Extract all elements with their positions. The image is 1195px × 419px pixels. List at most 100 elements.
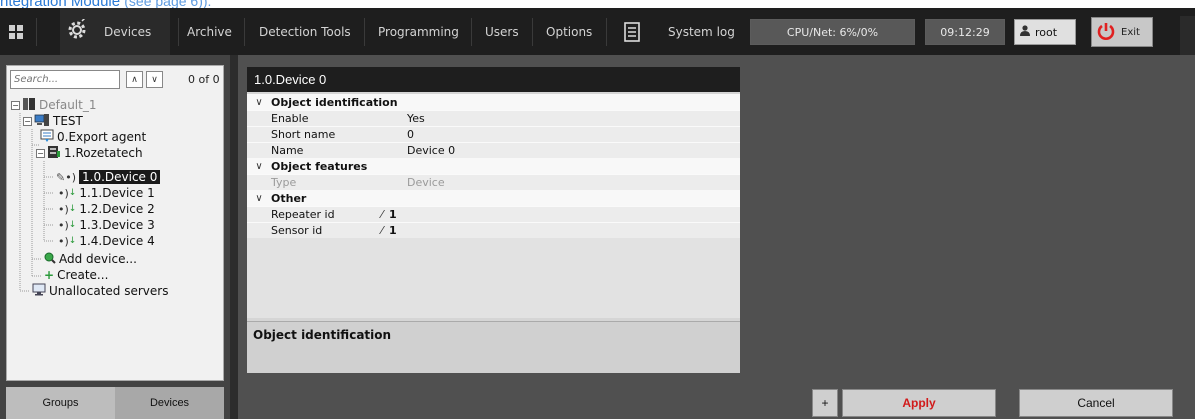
tree-item-label: TEST xyxy=(53,114,83,128)
tree-item-label: 0.Export agent xyxy=(57,130,147,144)
category-label: Object features xyxy=(271,159,368,173)
panel-title: 1.0.Device 0 xyxy=(247,67,740,92)
apply-button[interactable]: Apply xyxy=(842,389,996,417)
tree-item-device1[interactable]: •) ↓ 1.1.Device 1 xyxy=(58,185,155,201)
pencil-icon: ⁄ xyxy=(381,224,383,237)
module-icon xyxy=(47,145,61,162)
tree-item-device4[interactable]: •) ↓ 1.4.Device 4 xyxy=(58,233,155,249)
chevron-down-icon[interactable]: ∨ xyxy=(247,97,271,108)
collapse-toggle[interactable]: − xyxy=(36,148,45,158)
property-description: Object identification xyxy=(247,321,740,373)
tab-options[interactable]: Options xyxy=(546,8,592,55)
device-signal-icon: •) xyxy=(58,186,69,200)
property-value[interactable]: 0 xyxy=(383,128,414,141)
property-value: Device xyxy=(407,176,445,189)
device-signal-icon: •) xyxy=(65,170,76,184)
property-value[interactable]: 1 xyxy=(383,224,397,237)
property-type: Type Device xyxy=(247,174,740,190)
property-value[interactable]: Device 0 xyxy=(383,144,455,157)
tab-detection-tools[interactable]: Detection Tools xyxy=(259,8,351,55)
exit-button[interactable]: Exit xyxy=(1091,17,1153,47)
pencil-icon: ⁄ xyxy=(381,208,383,221)
tab-archive[interactable]: Archive xyxy=(187,8,232,55)
tab-detection-tools-label: Detection Tools xyxy=(259,24,351,39)
category-label: Object identification xyxy=(271,95,398,109)
property-value[interactable]: 1 xyxy=(383,208,397,221)
add-button[interactable]: + xyxy=(812,389,838,417)
tree-item-label: 1.Rozetatech xyxy=(64,146,143,160)
grid-menu-icon[interactable] xyxy=(9,8,23,55)
tab-users[interactable]: Users xyxy=(485,8,519,55)
collapse-toggle[interactable]: − xyxy=(23,116,32,126)
tree-item-label: 1.2.Device 2 xyxy=(79,202,155,216)
computer-icon xyxy=(34,113,50,130)
tab-devices[interactable]: Devices xyxy=(60,8,170,55)
chevron-down-icon[interactable]: ∨ xyxy=(247,193,271,204)
tab-archive-label: Archive xyxy=(187,24,232,39)
property-name: Enable xyxy=(271,112,309,125)
tree-item-rozetatech[interactable]: − 1.Rozetatech xyxy=(36,145,143,161)
property-grid: ∨ Object identification Enable Yes Short… xyxy=(247,94,740,318)
tree-item-device2[interactable]: •) ↓ 1.2.Device 2 xyxy=(58,201,155,217)
tab-programming-label: Programming xyxy=(378,24,459,39)
chevron-down-icon[interactable]: ∨ xyxy=(247,161,271,172)
property-name: Type xyxy=(271,176,297,189)
cpu-net-status: CPU/Net: 6%/0% xyxy=(750,19,915,45)
page-caption: ntegration Module (see page 6)). xyxy=(0,0,211,10)
tree-item-create[interactable]: + Create... xyxy=(44,267,108,283)
tree-item-device3[interactable]: •) ↓ 1.3.Device 3 xyxy=(58,217,155,233)
tab-devices-list[interactable]: Devices xyxy=(115,387,224,419)
tree-item-label: Default_1 xyxy=(39,98,97,112)
user-icon xyxy=(1020,25,1030,39)
tab-groups[interactable]: Groups xyxy=(6,387,115,419)
tree-item-export-agent[interactable]: 0.Export agent xyxy=(40,129,146,145)
category-other[interactable]: ∨ Other xyxy=(247,190,740,206)
category-object-features[interactable]: ∨ Object features xyxy=(247,158,740,174)
user-name: root xyxy=(1035,25,1058,39)
tree-item-test[interactable]: − TEST xyxy=(23,113,83,129)
user-box[interactable]: root xyxy=(1014,19,1076,45)
power-icon xyxy=(1096,21,1116,44)
tree-item-label: 1.1.Device 1 xyxy=(79,186,155,200)
cancel-button[interactable]: Cancel xyxy=(1019,389,1173,417)
tree-item-label: 1.0.Device 0 xyxy=(79,170,161,184)
left-tabs: Groups Devices xyxy=(6,387,224,419)
tree-item-add-device[interactable]: Add device... xyxy=(44,251,137,267)
property-name: Sensor id xyxy=(271,224,323,237)
property-name-row[interactable]: Name Device 0 xyxy=(247,142,740,158)
properties-panel: 1.0.Device 0 ∨ Object identification Ena… xyxy=(247,67,740,373)
export-agent-icon xyxy=(40,129,54,146)
device-signal-icon: •) xyxy=(58,234,69,248)
tree-item-device0[interactable]: ✎ •) 1.0.Device 0 xyxy=(56,169,161,185)
tree-item-label: Unallocated servers xyxy=(49,284,169,298)
tree-item-label: 1.4.Device 4 xyxy=(79,234,155,248)
tab-options-label: Options xyxy=(546,24,593,39)
tab-programming[interactable]: Programming xyxy=(378,8,459,55)
tree-item-label: Add device... xyxy=(59,252,137,266)
top-menu-bar: Devices Archive Detection Tools Programm… xyxy=(0,8,1195,63)
tab-system-log[interactable]: System log xyxy=(668,8,735,55)
system-log-icon[interactable] xyxy=(624,8,640,55)
property-repeater-id[interactable]: Repeater id ⁄ 1 xyxy=(247,206,740,222)
exit-label: Exit xyxy=(1121,26,1140,38)
property-enable[interactable]: Enable Yes xyxy=(247,110,740,126)
gear-icon xyxy=(66,16,88,44)
object-tree-panel: ∧ ∨ 0 of 0 − Default_1 xyxy=(6,65,224,381)
tree-item-label: 1.3.Device 3 xyxy=(79,218,155,232)
category-object-identification[interactable]: ∨ Object identification xyxy=(247,94,740,110)
clock: 09:12:29 xyxy=(925,19,1005,45)
tree-item-unallocated[interactable]: Unallocated servers xyxy=(32,283,168,299)
property-value[interactable]: Yes xyxy=(383,112,425,125)
monitor-icon xyxy=(32,283,46,299)
tree-item-default[interactable]: − Default_1 xyxy=(11,97,96,113)
tab-devices-label: Devices xyxy=(104,24,152,39)
collapse-toggle[interactable]: − xyxy=(11,100,20,110)
search-icon xyxy=(44,252,56,267)
property-name: Short name xyxy=(271,128,336,141)
property-sensor-id[interactable]: Sensor id ⁄ 1 xyxy=(247,222,740,238)
tab-users-label: Users xyxy=(485,24,519,39)
panel-splitter[interactable] xyxy=(230,55,238,419)
property-short-name[interactable]: Short name 0 xyxy=(247,126,740,142)
category-label: Other xyxy=(271,191,307,205)
server-icon xyxy=(22,97,36,114)
